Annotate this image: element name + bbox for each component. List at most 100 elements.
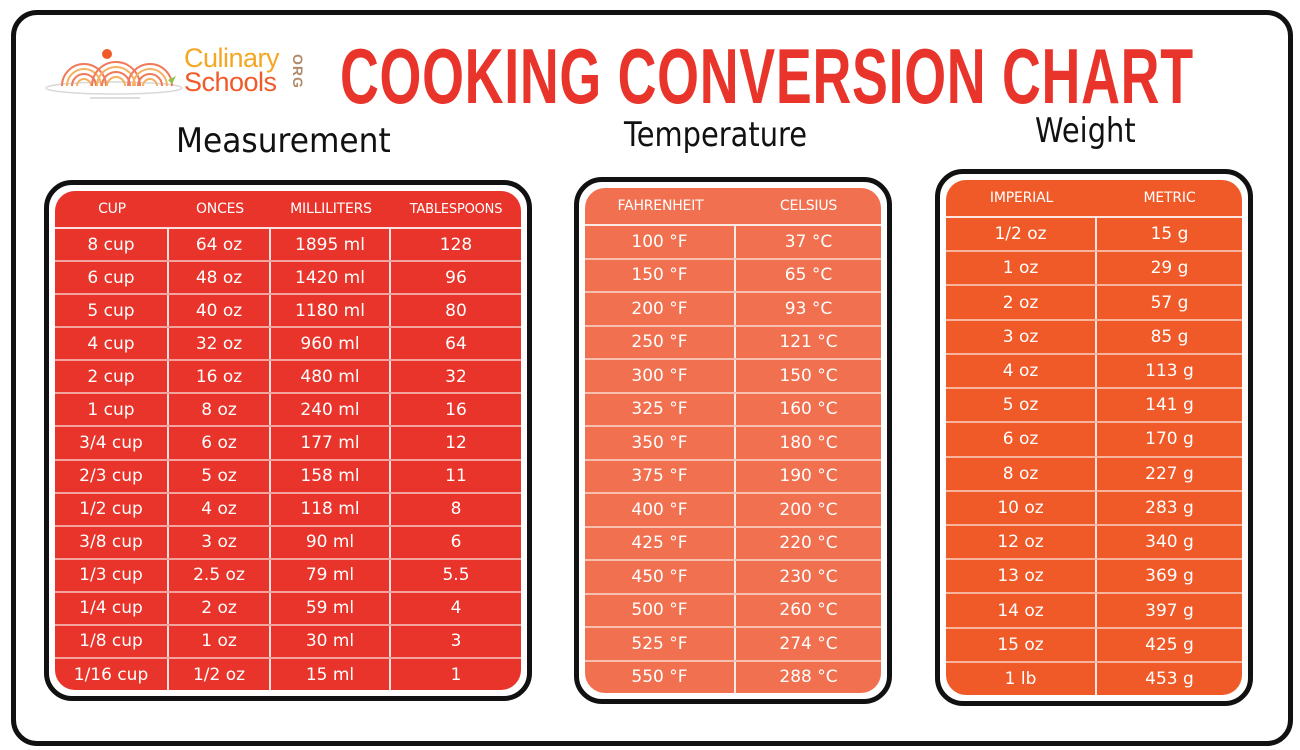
table-row: 425 °F 220 °C: [585, 527, 881, 561]
table-cell: 4 cup: [55, 328, 169, 360]
table-row: 12 oz 340 g: [946, 525, 1242, 561]
table-row: 2 cup 16 oz 480 ml 32: [55, 361, 521, 395]
table-cell: 525 °F: [585, 628, 736, 660]
table-cell: 59 ml: [271, 592, 391, 624]
table-cell: 15 g: [1150, 224, 1189, 245]
table-row: 200 °F 93 °C: [585, 293, 881, 327]
table-row: 14 oz 397 g: [946, 594, 1242, 629]
table-cell: 283 g: [1145, 497, 1194, 518]
table-cell: 100 °F: [585, 226, 736, 258]
table-row: 500 °F 260 °C: [585, 594, 881, 628]
weight-title: Weight: [1035, 111, 1136, 151]
table-cell: 118 ml: [271, 493, 391, 525]
table-cell: 13 oz: [946, 560, 1097, 593]
table-cell: 3 oz: [169, 526, 271, 558]
table-cell: 3: [450, 631, 462, 652]
table-header: CUP ONCES MILLILITERS TABLESPOONS: [55, 191, 521, 229]
table-row: 1 oz 29 g: [946, 252, 1242, 287]
table-cell: 3 oz: [946, 320, 1097, 353]
spaghetti-plate-icon: [45, 49, 183, 99]
table-cell: 200 °C: [779, 499, 838, 520]
brand-line-2: Schools: [184, 67, 277, 97]
table-cell: 10 oz: [946, 491, 1097, 524]
table-cell: 8 cup: [55, 229, 169, 261]
table-row: 1/8 cup 1 oz 30 ml 3: [55, 625, 521, 660]
table-cell: 150 °F: [585, 259, 736, 291]
column-header-imperial: IMPERIAL: [989, 190, 1054, 206]
table-cell: 32 oz: [169, 328, 271, 360]
measurement-title: Measurement: [176, 121, 391, 161]
table-cell: 29 g: [1150, 258, 1189, 279]
table-cell: 37 °C: [784, 231, 833, 252]
table-cell: 4 oz: [169, 493, 271, 525]
table-cell: 93 °C: [784, 298, 833, 319]
table-cell: 480 ml: [271, 361, 391, 393]
table-row: 6 oz 170 g: [946, 423, 1242, 458]
table-cell: 90 ml: [271, 526, 391, 558]
table-cell: 5 oz: [946, 389, 1097, 422]
column-header-celsius: CELSIUS: [779, 198, 838, 214]
table-row: 525 °F 274 °C: [585, 628, 881, 662]
table-cell: 450 °F: [585, 561, 736, 593]
table-cell: 1 oz: [946, 252, 1097, 285]
brand-logo: Culinary Schools: [184, 45, 280, 97]
temperature-table: FAHRENHEIT CELSIUS 100 °F 37 °C 150 °F 65 °…: [574, 177, 892, 704]
table-cell: 96: [445, 267, 467, 288]
table-cell: 2 oz: [169, 592, 271, 624]
table-cell: 5.5: [442, 565, 470, 586]
table-row: 450 °F 230 °C: [585, 561, 881, 595]
table-cell: 250 °F: [585, 326, 736, 358]
table-cell: 274 °C: [779, 633, 838, 654]
table-cell: 121 °C: [779, 332, 838, 353]
table-cell: 1: [450, 664, 462, 685]
table-row: 8 cup 64 oz 1895 ml 128: [55, 229, 521, 263]
table-row: 1 lb 453 g: [946, 662, 1242, 695]
table-cell: 8: [450, 499, 462, 520]
table-cell: 1/16 cup: [55, 659, 169, 690]
table-row: 5 cup 40 oz 1180 ml 80: [55, 295, 521, 329]
table-cell: 1/2 oz: [946, 218, 1097, 251]
table-cell: 1 cup: [55, 394, 169, 426]
table-cell: 325 °F: [585, 393, 736, 425]
table-cell: 1/2 cup: [55, 493, 169, 525]
table-row: 350 °F 180 °C: [585, 427, 881, 461]
table-row: 5 oz 141 g: [946, 389, 1242, 424]
table-cell: 40 oz: [169, 295, 271, 327]
table-cell: 400 °F: [585, 494, 736, 526]
table-cell: 2 oz: [946, 286, 1097, 319]
table-cell: 6 cup: [55, 262, 169, 294]
table-cell: 12 oz: [946, 525, 1097, 559]
table-cell: 240 ml: [271, 394, 391, 426]
table-cell: 48 oz: [169, 262, 271, 294]
table-cell: 6 oz: [169, 427, 271, 459]
table-cell: 6: [450, 532, 462, 553]
table-cell: 397 g: [1145, 600, 1194, 621]
table-cell: 11: [445, 466, 467, 487]
table-row: 8 oz 227 g: [946, 457, 1242, 492]
table-cell: 4: [450, 598, 462, 619]
table-row: 325 °F 160 °C: [585, 393, 881, 427]
table-cell: 85 g: [1150, 326, 1189, 347]
table-cell: 375 °F: [585, 460, 736, 492]
temperature-title: Temperature: [624, 115, 808, 155]
table-cell: 230 °C: [779, 566, 838, 587]
table-cell: 227 g: [1145, 463, 1194, 484]
table-row: 550 °F 288 °C: [585, 661, 881, 693]
table-cell: 16: [445, 399, 467, 420]
table-cell: 550 °F: [585, 661, 736, 693]
table-cell: 8 oz: [169, 394, 271, 426]
table-cell: 32: [445, 366, 467, 387]
table-row: 2/3 cup 5 oz 158 ml 11: [55, 460, 521, 494]
table-cell: 260 °C: [779, 600, 838, 621]
table-cell: 113 g: [1145, 360, 1194, 381]
table-header: FAHRENHEIT CELSIUS: [585, 188, 881, 226]
table-row: 1/3 cup 2.5 oz 79 ml 5.5: [55, 559, 521, 593]
column-header-milliliters: MILLILITERS: [290, 201, 372, 217]
table-cell: 64: [445, 333, 467, 354]
table-cell: 1/2 oz: [169, 659, 271, 690]
table-cell: 15 ml: [271, 659, 391, 690]
column-header-ounces: ONCES: [195, 201, 244, 217]
table-cell: 80: [445, 300, 467, 321]
table-cell: 170 g: [1145, 429, 1194, 450]
table-cell: 1895 ml: [271, 229, 391, 261]
